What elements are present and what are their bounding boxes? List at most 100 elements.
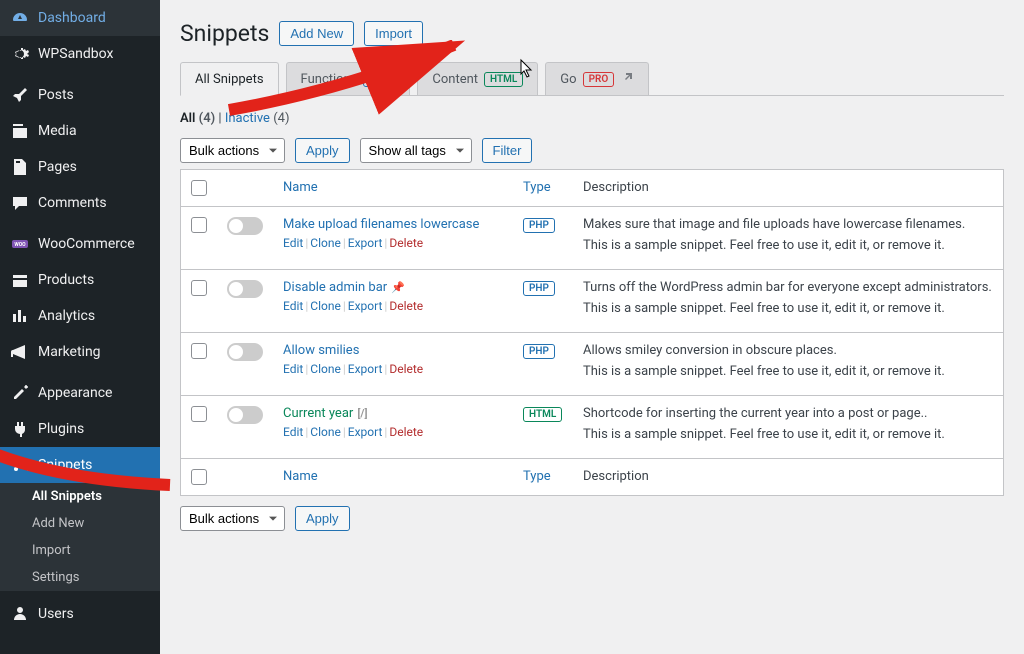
export-link[interactable]: Export xyxy=(348,425,383,439)
sidebar-item-snippets[interactable]: Snippets xyxy=(0,447,160,483)
snippets-table: Name Type Description Make upload filena… xyxy=(180,169,1004,496)
export-link[interactable]: Export xyxy=(348,236,383,250)
tabs: All Snippets Functions PHP Content HTML Go PRO xyxy=(180,62,1004,96)
tab-go[interactable]: Go PRO xyxy=(545,62,649,95)
col-type[interactable]: Type xyxy=(523,180,551,195)
col-description-foot: Description xyxy=(573,459,1004,496)
status-filter: All (4) | Inactive (4) xyxy=(180,111,1004,126)
toggle-switch[interactable] xyxy=(227,217,263,235)
tablenav-bottom: Bulk actions Apply xyxy=(180,506,1004,531)
apply-button[interactable]: Apply xyxy=(295,138,350,163)
clone-link[interactable]: Clone xyxy=(310,299,341,313)
sidebar-item-label: Products xyxy=(38,272,94,288)
sidebar-item-wpsandbox[interactable]: WPSandbox xyxy=(0,36,160,72)
snippet-title[interactable]: Make upload filenames lowercase xyxy=(283,217,479,232)
table-row: Disable admin bar📌Edit|Clone|Export|Dele… xyxy=(181,270,1004,333)
col-name-foot[interactable]: Name xyxy=(283,469,318,484)
sidebar-item-marketing[interactable]: Marketing xyxy=(0,334,160,370)
snippet-description: Shortcode for inserting the current year… xyxy=(573,396,1004,459)
snippet-description: Makes sure that image and file uploads h… xyxy=(573,207,1004,270)
sidebar-item-pages[interactable]: Pages xyxy=(0,149,160,185)
appearance-icon xyxy=(10,383,30,403)
page-title: Snippets xyxy=(180,20,269,47)
bulk-actions-select[interactable]: Bulk actions xyxy=(180,138,285,163)
plugin-icon xyxy=(10,419,30,439)
sidebar-item-users[interactable]: Users xyxy=(0,596,160,632)
export-link[interactable]: Export xyxy=(348,362,383,376)
sidebar-item-label: Snippets xyxy=(38,457,92,473)
submenu-all-snippets[interactable]: All Snippets xyxy=(0,483,160,510)
tab-label: Functions xyxy=(301,72,358,87)
edit-link[interactable]: Edit xyxy=(283,425,303,439)
row-checkbox[interactable] xyxy=(191,406,207,422)
select-all-checkbox[interactable] xyxy=(191,180,207,196)
submenu-add-new[interactable]: Add New xyxy=(0,510,160,537)
select-all-checkbox-bottom[interactable] xyxy=(191,469,207,485)
sidebar-item-appearance[interactable]: Appearance xyxy=(0,375,160,411)
tab-label: All Snippets xyxy=(195,72,264,87)
tags-select[interactable]: Show all tags xyxy=(360,138,472,163)
edit-link[interactable]: Edit xyxy=(283,236,303,250)
delete-link[interactable]: Delete xyxy=(389,362,423,376)
sidebar-item-dashboard[interactable]: Dashboard xyxy=(0,0,160,36)
tab-badge: HTML xyxy=(484,72,523,87)
snippet-title[interactable]: Disable admin bar xyxy=(283,280,387,295)
import-button[interactable]: Import xyxy=(364,21,423,46)
sidebar-item-plugins[interactable]: Plugins xyxy=(0,411,160,447)
col-name[interactable]: Name xyxy=(283,180,318,195)
delete-link[interactable]: Delete xyxy=(389,425,423,439)
tab-functions[interactable]: Functions PHP xyxy=(286,62,411,95)
add-new-button[interactable]: Add New xyxy=(279,21,354,46)
edit-link[interactable]: Edit xyxy=(283,362,303,376)
sidebar-item-woocommerce[interactable]: WOO WooCommerce xyxy=(0,226,160,262)
admin-sidebar: DashboardWPSandbox Posts MediaPagesComment… xyxy=(0,0,160,654)
type-badge: HTML xyxy=(523,407,562,422)
tab-all-snippets[interactable]: All Snippets xyxy=(180,62,279,96)
apply-button-bottom[interactable]: Apply xyxy=(295,506,350,531)
row-checkbox[interactable] xyxy=(191,280,207,296)
tab-content[interactable]: Content HTML xyxy=(417,62,538,95)
page-header: Snippets Add New Import xyxy=(180,20,1004,47)
sidebar-item-label: WooCommerce xyxy=(38,236,135,252)
snippet-title[interactable]: Current year xyxy=(283,406,353,421)
snippet-title[interactable]: Allow smilies xyxy=(283,343,359,358)
toggle-switch[interactable] xyxy=(227,406,263,424)
filter-button[interactable]: Filter xyxy=(482,138,533,163)
toggle-switch[interactable] xyxy=(227,343,263,361)
toggle-switch[interactable] xyxy=(227,280,263,298)
woo-icon: WOO xyxy=(10,234,30,254)
row-actions: Edit|Clone|Export|Delete xyxy=(283,299,503,313)
sidebar-item-comments[interactable]: Comments xyxy=(0,185,160,221)
table-row: Allow smiliesEdit|Clone|Export|DeletePHP… xyxy=(181,333,1004,396)
sidebar-item-media[interactable]: Media xyxy=(0,113,160,149)
filter-all[interactable]: All (4) xyxy=(180,111,215,126)
edit-link[interactable]: Edit xyxy=(283,299,303,313)
sidebar-item-analytics[interactable]: Analytics xyxy=(0,298,160,334)
sidebar-item-label: Posts xyxy=(38,87,74,103)
clone-link[interactable]: Clone xyxy=(310,362,341,376)
sidebar-item-products[interactable]: Products xyxy=(0,262,160,298)
clone-link[interactable]: Clone xyxy=(310,425,341,439)
delete-link[interactable]: Delete xyxy=(389,299,423,313)
submenu-import[interactable]: Import xyxy=(0,537,160,564)
tab-label: Content xyxy=(432,72,478,87)
table-row: Make upload filenames lowercase Edit|Clon… xyxy=(181,207,1004,270)
bulk-actions-select-bottom[interactable]: Bulk actions xyxy=(180,506,285,531)
row-checkbox[interactable] xyxy=(191,217,207,233)
tab-badge: PRO xyxy=(583,72,615,87)
submenu-settings[interactable]: Settings xyxy=(0,564,160,591)
sidebar-item-label: Users xyxy=(38,606,74,622)
delete-link[interactable]: Delete xyxy=(389,236,423,250)
row-actions: Edit|Clone|Export|Delete xyxy=(283,362,503,376)
svg-text:WOO: WOO xyxy=(14,242,26,248)
row-actions: Edit|Clone|Export|Delete xyxy=(283,236,503,250)
tab-badge: PHP xyxy=(363,72,395,87)
export-link[interactable]: Export xyxy=(348,299,383,313)
row-checkbox[interactable] xyxy=(191,343,207,359)
clone-link[interactable]: Clone xyxy=(310,236,341,250)
col-type-foot[interactable]: Type xyxy=(523,469,551,484)
filter-inactive[interactable]: Inactive (4) xyxy=(225,111,290,126)
sidebar-item-posts[interactable]: Posts xyxy=(0,77,160,113)
pin-icon xyxy=(10,85,30,105)
tab-label: Go xyxy=(560,72,576,87)
